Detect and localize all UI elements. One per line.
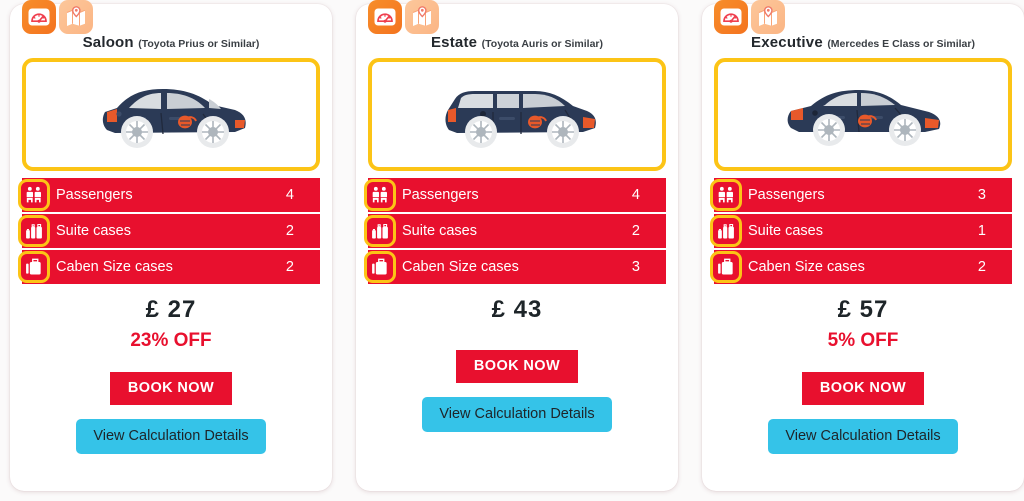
vehicle-options-board: Saloon (Toyota Prius or Similar) Passeng… xyxy=(0,0,1024,501)
spec-row: Suite cases 1 xyxy=(710,214,1012,248)
map-pin-icon[interactable] xyxy=(405,0,439,34)
view-calculation-details-button[interactable]: View Calculation Details xyxy=(422,397,612,432)
spec-value: 2 xyxy=(285,259,294,275)
spec-value: 4 xyxy=(631,187,640,203)
spec-list: Passengers 4 Suite cases 2 Caben Size ca… xyxy=(364,178,666,284)
spec-label: Suite cases xyxy=(748,223,823,239)
spec-row: Caben Size cases 2 xyxy=(18,250,320,284)
spec-label: Caben Size cases xyxy=(56,259,173,275)
calc-button-wrap: View Calculation Details xyxy=(702,405,1024,454)
spec-list: Passengers 4 Suite cases 2 Caben Size ca… xyxy=(18,178,320,284)
spec-row: Suite cases 2 xyxy=(18,214,320,248)
card-badges xyxy=(368,0,439,34)
cabin-case-icon xyxy=(364,251,396,283)
discount-badge: 5% OFF xyxy=(827,330,899,351)
spec-label: Caben Size cases xyxy=(402,259,519,275)
spec-row: Caben Size cases 3 xyxy=(364,250,666,284)
spec-row: Passengers 4 xyxy=(18,178,320,212)
spec-value: 1 xyxy=(977,223,986,239)
book-button-wrap: BOOK NOW xyxy=(702,352,1024,405)
speedometer-icon[interactable] xyxy=(22,0,56,34)
executive-car-image xyxy=(787,89,941,146)
card-badges xyxy=(714,0,785,34)
estate-car-image xyxy=(445,90,596,148)
spec-row: Caben Size cases 2 xyxy=(710,250,1012,284)
book-button-wrap: BOOK NOW xyxy=(356,330,678,383)
vehicle-subtitle: (Toyota Auris or Similar) xyxy=(481,38,604,50)
vehicle-subtitle: (Mercedes E Class or Similar) xyxy=(827,38,975,50)
spec-value: 3 xyxy=(631,259,640,275)
spec-row: Passengers 4 xyxy=(364,178,666,212)
vehicle-image-frame xyxy=(368,58,666,171)
view-calculation-details-button[interactable]: View Calculation Details xyxy=(768,419,958,454)
spec-label: Suite cases xyxy=(56,223,131,239)
calc-button-wrap: View Calculation Details xyxy=(10,405,332,454)
price: £ 57 xyxy=(837,296,889,323)
vehicle-card: Saloon (Toyota Prius or Similar) Passeng… xyxy=(10,0,332,491)
spec-row: Suite cases 2 xyxy=(364,214,666,248)
vehicle-title: Estate xyxy=(430,34,478,51)
vehicle-image-frame xyxy=(714,58,1012,171)
spec-value: 2 xyxy=(285,223,294,239)
saloon-car-image xyxy=(102,88,246,148)
vehicle-card: Estate (Toyota Auris or Similar) Passeng… xyxy=(356,0,678,491)
speedometer-icon[interactable] xyxy=(714,0,748,34)
suitcase-icon xyxy=(18,215,50,247)
spec-label: Suite cases xyxy=(402,223,477,239)
passengers-icon xyxy=(710,179,742,211)
passengers-icon xyxy=(364,179,396,211)
spec-label: Passengers xyxy=(56,187,133,203)
book-now-button[interactable]: BOOK NOW xyxy=(455,350,579,383)
card-badges xyxy=(22,0,93,34)
passengers-icon xyxy=(18,179,50,211)
speedometer-icon[interactable] xyxy=(368,0,402,34)
spec-list: Passengers 3 Suite cases 1 Caben Size ca… xyxy=(710,178,1012,284)
spec-value: 2 xyxy=(631,223,640,239)
spec-value: 3 xyxy=(977,187,986,203)
spec-label: Caben Size cases xyxy=(748,259,865,275)
vehicle-title: Executive xyxy=(751,34,823,51)
spec-value: 4 xyxy=(285,187,294,203)
vehicle-image-frame xyxy=(22,58,320,171)
spec-label: Passengers xyxy=(748,187,825,203)
spec-row: Passengers 3 xyxy=(710,178,1012,212)
cabin-case-icon xyxy=(710,251,742,283)
calc-button-wrap: View Calculation Details xyxy=(356,383,678,432)
map-pin-icon[interactable] xyxy=(751,0,785,34)
spec-value: 2 xyxy=(977,259,986,275)
view-calculation-details-button[interactable]: View Calculation Details xyxy=(76,419,266,454)
book-button-wrap: BOOK NOW xyxy=(10,352,332,405)
suitcase-icon xyxy=(710,215,742,247)
suitcase-icon xyxy=(364,215,396,247)
price: £ 27 xyxy=(145,296,197,323)
price: £ 43 xyxy=(491,296,543,323)
book-now-button[interactable]: BOOK NOW xyxy=(801,372,925,405)
discount-badge: 23% OFF xyxy=(130,330,212,351)
vehicle-title: Saloon xyxy=(82,34,134,51)
vehicle-card: Executive (Mercedes E Class or Similar) xyxy=(702,0,1024,491)
spec-label: Passengers xyxy=(402,187,479,203)
cabin-case-icon xyxy=(18,251,50,283)
map-pin-icon[interactable] xyxy=(59,0,93,34)
book-now-button[interactable]: BOOK NOW xyxy=(109,372,233,405)
vehicle-subtitle: (Toyota Prius or Similar) xyxy=(138,38,260,50)
